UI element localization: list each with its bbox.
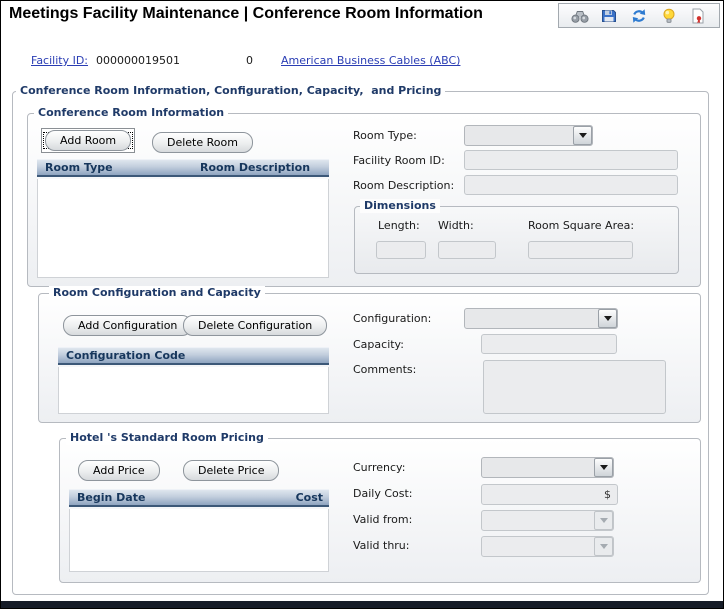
length-label: Length: (378, 219, 420, 232)
currency-label: Currency: (353, 461, 406, 474)
room-description-column-header[interactable]: Room Description (192, 161, 318, 174)
facility-row: Facility ID: 000000019501 0 American Bus… (1, 54, 723, 70)
valid-thru-label: Valid thru: (353, 539, 410, 552)
save-icon[interactable] (600, 7, 618, 25)
find-binoculars-icon[interactable] (571, 7, 589, 25)
facility-id-link[interactable]: Facility ID: (31, 54, 88, 67)
capacity-input[interactable] (481, 334, 617, 354)
daily-cost-input[interactable]: $ (481, 484, 618, 505)
add-room-button[interactable]: Add Room (45, 130, 132, 151)
width-label: Width: (438, 219, 474, 232)
daily-cost-label: Daily Cost: (353, 487, 413, 500)
config-capacity-title: Room Configuration and Capacity (49, 286, 265, 300)
room-description-input[interactable] (464, 175, 678, 195)
cost-column-header[interactable]: Cost (288, 491, 329, 504)
valid-thru-dropdown-arrow-icon[interactable] (594, 537, 613, 556)
add-configuration-button[interactable]: Add Configuration (63, 315, 193, 336)
delete-configuration-button[interactable]: Delete Configuration (183, 315, 328, 336)
page-title: Meetings Facility Maintenance | Conferen… (9, 5, 483, 22)
conference-room-window: Meetings Facility Maintenance | Conferen… (0, 0, 724, 609)
begin-date-column-header[interactable]: Begin Date (69, 491, 153, 504)
dimensions-groupbox: Dimensions (354, 199, 679, 274)
width-input[interactable] (438, 241, 496, 259)
facility-id-value: 000000019501 (96, 54, 180, 67)
outer-groupbox-title: Conference Room Information, Configurati… (16, 84, 446, 98)
configuration-label: Configuration: (353, 312, 432, 325)
daily-cost-currency-suffix: $ (604, 488, 611, 501)
facility-room-id-label: Facility Room ID: (353, 154, 445, 167)
add-room-focus-ring: Add Room (41, 128, 136, 153)
facility-room-id-input[interactable] (464, 150, 678, 170)
room-square-area-input[interactable] (528, 241, 633, 259)
configuration-combobox[interactable] (464, 308, 618, 329)
configuration-code-column-header[interactable]: Configuration Code (58, 349, 193, 362)
delete-price-button[interactable]: Delete Price (183, 460, 280, 481)
currency-combobox[interactable] (481, 457, 614, 478)
configuration-list-header: Configuration Code (58, 347, 329, 365)
facility-name-link[interactable]: American Business Cables (ABC) (281, 54, 460, 67)
pricing-title: Hotel 's Standard Room Pricing (66, 431, 268, 445)
comments-label: Comments: (353, 363, 417, 376)
length-input[interactable] (376, 241, 426, 259)
room-info-title: Conference Room Information (34, 106, 229, 120)
report-icon[interactable] (689, 7, 707, 25)
window-bottom-edge (1, 601, 723, 608)
valid-from-datepicker[interactable] (481, 510, 614, 531)
add-price-button[interactable]: Add Price (78, 460, 160, 481)
valid-from-dropdown-arrow-icon[interactable] (594, 511, 613, 530)
configuration-list-body[interactable] (58, 367, 329, 414)
valid-from-label: Valid from: (353, 513, 413, 526)
currency-dropdown-arrow-icon[interactable] (594, 458, 613, 477)
delete-room-button[interactable]: Delete Room (152, 132, 253, 153)
configuration-dropdown-arrow-icon[interactable] (598, 309, 617, 328)
room-type-dropdown-arrow-icon[interactable] (573, 126, 592, 145)
price-list-header: Begin Date Cost (69, 489, 329, 507)
refresh-icon[interactable] (630, 7, 648, 25)
facility-secondary-value: 0 (246, 54, 253, 67)
room-description-label: Room Description: (353, 179, 455, 192)
valid-thru-datepicker[interactable] (481, 536, 614, 557)
capacity-label: Capacity: (353, 338, 404, 351)
toolbar (558, 3, 720, 28)
comments-textarea[interactable] (483, 360, 666, 414)
room-type-combobox[interactable] (464, 125, 593, 146)
dimensions-title: Dimensions (360, 199, 440, 213)
room-type-label: Room Type: (353, 129, 417, 142)
price-list-body[interactable] (69, 509, 329, 572)
hint-lightbulb-icon[interactable] (660, 7, 678, 25)
room-square-area-label: Room Square Area: (528, 219, 635, 232)
room-list-header: Room Type Room Description (37, 159, 329, 177)
room-list-body[interactable] (37, 179, 329, 278)
room-type-column-header[interactable]: Room Type (37, 161, 192, 174)
